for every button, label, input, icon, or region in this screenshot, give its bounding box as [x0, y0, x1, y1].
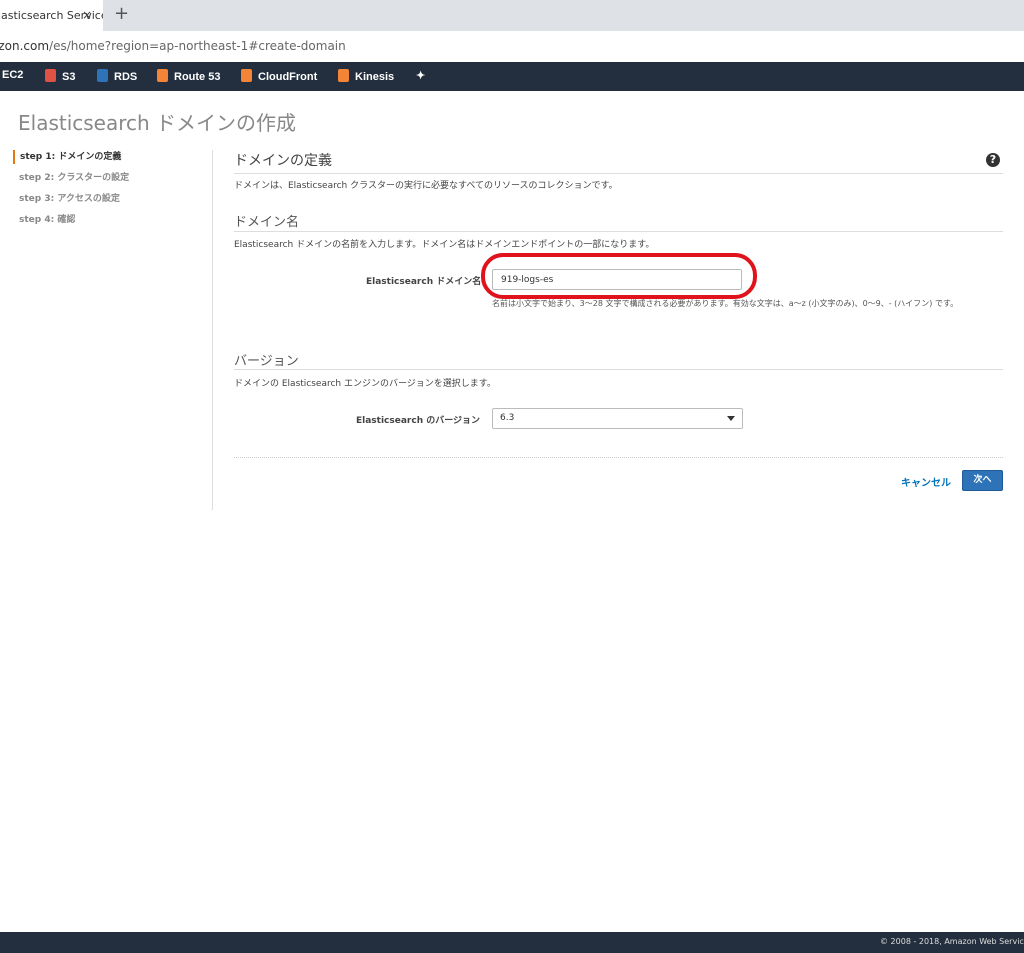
nav-item-kinesis[interactable]: Kinesis	[338, 69, 394, 83]
url-text: azon.com/es/home?region=ap-northeast-1#c…	[0, 39, 346, 53]
browser-tab[interactable]: Elasticsearch Service Manager ×	[0, 0, 103, 31]
nav-item-rds[interactable]: RDS	[97, 69, 137, 83]
cloudfront-icon	[241, 69, 252, 82]
step-3[interactable]: step 3: アクセスの設定	[13, 192, 129, 213]
cancel-button[interactable]: キャンセル	[901, 474, 951, 489]
next-button[interactable]: 次へ	[962, 470, 1003, 491]
url-path: /es/home?region=ap-northeast-1#create-do…	[49, 39, 346, 53]
nav-label: CloudFront	[258, 71, 318, 83]
section-description: ドメインは、Elasticsearch クラスターの実行に必要なすべてのリソース…	[234, 181, 618, 191]
nav-label: S3	[62, 71, 76, 83]
step-1[interactable]: step 1: ドメインの定義	[13, 150, 129, 164]
aws-service-nav: EC2 S3 RDS Route 53 CloudFront Kinesis ✦	[0, 62, 1024, 91]
kinesis-icon	[338, 69, 349, 82]
version-value: 6.3	[500, 413, 515, 423]
url-host: azon.com	[0, 39, 50, 53]
version-label: Elasticsearch のバージョン	[356, 416, 481, 426]
chevron-down-icon	[727, 416, 735, 421]
domain-name-heading: ドメイン名	[234, 215, 300, 230]
section-heading: ドメインの定義	[234, 153, 332, 169]
annotation-highlight	[481, 253, 757, 299]
nav-label: EC2	[2, 69, 24, 81]
wizard-steps: step 1: ドメインの定義 step 2: クラスターの設定 step 3:…	[13, 150, 129, 234]
divider	[234, 457, 1003, 458]
version-heading: バージョン	[234, 354, 299, 369]
footer: © 2008 - 2018, Amazon Web Services	[0, 932, 1024, 953]
s3-icon	[45, 69, 56, 82]
version-select[interactable]: 6.3	[492, 408, 743, 429]
nav-item-cloudfront[interactable]: CloudFront	[241, 69, 317, 83]
domain-name-label: Elasticsearch ドメイン名	[366, 277, 482, 287]
steps-divider	[212, 150, 213, 510]
new-tab-icon[interactable]: +	[114, 3, 129, 24]
step-4[interactable]: step 4: 確認	[13, 213, 129, 234]
address-bar[interactable]: azon.com/es/home?region=ap-northeast-1#c…	[0, 31, 1024, 63]
page-title: Elasticsearch ドメインの作成	[18, 111, 297, 135]
divider	[234, 231, 1003, 232]
route53-icon	[157, 69, 168, 82]
nav-item-s3[interactable]: S3	[45, 69, 75, 83]
pin-icon[interactable]: ✦	[416, 69, 425, 82]
close-icon[interactable]: ×	[82, 0, 92, 31]
step-2[interactable]: step 2: クラスターの設定	[13, 171, 129, 192]
rds-icon	[97, 69, 108, 82]
nav-label: RDS	[114, 71, 138, 83]
domain-name-description: Elasticsearch ドメインの名前を入力します。ドメイン名はドメインエン…	[234, 240, 655, 250]
nav-label: Route 53	[174, 71, 221, 83]
version-description: ドメインの Elasticsearch エンジンのバージョンを選択します。	[234, 379, 496, 389]
help-icon[interactable]: ?	[986, 153, 1000, 167]
domain-name-hint: 名前は小文字で始まり、3～28 文字で構成される必要があります。有効な文字は、a…	[492, 299, 959, 308]
nav-item-ec2[interactable]: EC2	[2, 69, 23, 81]
nav-label: Kinesis	[355, 71, 395, 83]
divider	[234, 173, 1003, 174]
divider	[234, 369, 1003, 370]
copyright: © 2008 - 2018, Amazon Web Services	[880, 937, 1024, 946]
nav-item-route53[interactable]: Route 53	[157, 69, 220, 83]
browser-tab-bar: Elasticsearch Service Manager × +	[0, 0, 1024, 31]
